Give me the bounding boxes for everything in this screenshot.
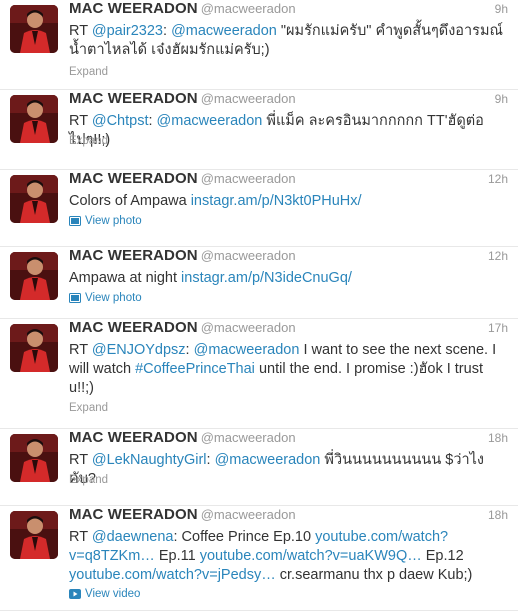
tweet-link[interactable]: @macweeradon	[157, 113, 263, 129]
media-action-label: View photo	[85, 215, 142, 227]
avatar[interactable]	[10, 324, 58, 372]
tweet-text-segment: Ep.12	[421, 548, 464, 564]
tweet-link[interactable]: @pair2323	[92, 23, 163, 39]
tweet-text-segment: RT	[69, 452, 92, 468]
tweet-timestamp[interactable]: 18h	[488, 508, 508, 522]
tweet-text-segment: Ampawa at night	[69, 270, 182, 286]
tweet-link[interactable]: @daewnena	[92, 529, 174, 545]
tweet-timestamp[interactable]: 12h	[488, 249, 508, 263]
tweet-text-segment: RT	[69, 113, 92, 129]
tweet-text-segment: :	[148, 113, 157, 129]
tweet-timestamp[interactable]: 9h	[495, 2, 508, 16]
expand-link[interactable]: Expand	[69, 474, 108, 486]
video-icon	[69, 589, 81, 602]
user-handle[interactable]: @macweeradon	[201, 171, 296, 186]
tweet-header: MAC WEERADON @macweeradon 12h	[69, 247, 508, 269]
tweet-link[interactable]: youtube.com/watch?v=uaKW9Q…	[200, 548, 422, 564]
user-handle[interactable]: @macweeradon	[201, 507, 296, 522]
avatar[interactable]	[10, 252, 58, 300]
user-name[interactable]: MAC WEERADON	[69, 170, 198, 187]
tweet-header: MAC WEERADON @macweeradon 12h	[69, 170, 508, 192]
tweet[interactable]: MAC WEERADON @macweeradon 9h RT @pair2323: …	[0, 0, 518, 90]
photo-icon	[69, 293, 81, 306]
tweet-link[interactable]: instagr.am/p/N3ideCnuGq/	[181, 270, 352, 286]
tweet-link[interactable]: #CoffeePrinceThai	[135, 361, 255, 377]
tweet-text-segment: :	[185, 342, 194, 358]
tweet-text: RT @pair2323: @macweeradon "ผมรักแม่ครับ…	[69, 22, 504, 60]
view-video-link[interactable]: View video	[69, 588, 140, 602]
view-photo-link[interactable]: View photo	[69, 215, 142, 229]
tweet-text-segment: Ep.11	[154, 548, 200, 564]
view-photo-link[interactable]: View photo	[69, 292, 142, 306]
tweet-text: Colors of Ampawa instagr.am/p/N3kt0PHuHx…	[69, 192, 504, 211]
photo-icon	[69, 216, 81, 229]
tweet[interactable]: MAC WEERADON @macweeradon 18h RT @LekNaught…	[0, 429, 518, 506]
tweet-text: RT @Chtpst: @macweeradon พี่แม็ค ละครอิน…	[69, 112, 504, 150]
user-handle[interactable]: @macweeradon	[201, 91, 296, 106]
tweet-timeline: MAC WEERADON @macweeradon 9h RT @pair2323: …	[0, 0, 518, 611]
tweet-header: MAC WEERADON @macweeradon 17h	[69, 319, 508, 341]
tweet[interactable]: MAC WEERADON @macweeradon 9h RT @Chtpst: @m…	[0, 90, 518, 170]
tweet-text: RT @ENJOYdpsz: @macweeradon I want to se…	[69, 341, 504, 398]
tweet-text-segment: : Coffee Prince Ep.10	[173, 529, 316, 545]
tweet-text-segment: RT	[69, 23, 92, 39]
tweet-link[interactable]: @ENJOYdpsz	[92, 342, 186, 358]
tweet-timestamp[interactable]: 12h	[488, 172, 508, 186]
tweet-text-segment: :	[163, 23, 172, 39]
tweet-link[interactable]: instagr.am/p/N3kt0PHuHx/	[191, 193, 362, 209]
tweet-text-segment: :	[206, 452, 215, 468]
tweet-header: MAC WEERADON @macweeradon 18h	[69, 429, 508, 451]
user-name[interactable]: MAC WEERADON	[69, 429, 198, 446]
tweet-text-segment: RT	[69, 342, 92, 358]
tweet-text-segment: Colors of Ampawa	[69, 193, 191, 209]
tweet-link[interactable]: youtube.com/watch?v=jPedsy…	[69, 567, 276, 583]
user-name[interactable]: MAC WEERADON	[69, 247, 198, 264]
media-action-label: View photo	[85, 292, 142, 304]
tweet[interactable]: MAC WEERADON @macweeradon 17h RT @ENJOYdpsz…	[0, 319, 518, 429]
user-name[interactable]: MAC WEERADON	[69, 0, 198, 17]
expand-link[interactable]: Expand	[69, 66, 108, 78]
tweet-header: MAC WEERADON @macweeradon 18h	[69, 506, 508, 528]
user-name[interactable]: MAC WEERADON	[69, 319, 198, 336]
tweet-text-segment: RT	[69, 529, 92, 545]
avatar[interactable]	[10, 511, 58, 559]
tweet-link[interactable]: @LekNaughtyGirl	[92, 452, 207, 468]
tweet-text: RT @daewnena: Coffee Prince Ep.10 youtub…	[69, 528, 504, 585]
tweet-link[interactable]: @macweeradon	[194, 342, 300, 358]
tweet-link[interactable]: @macweeradon	[171, 23, 277, 39]
tweet-header: MAC WEERADON @macweeradon 9h	[69, 90, 508, 112]
user-name[interactable]: MAC WEERADON	[69, 90, 198, 107]
tweet-timestamp[interactable]: 17h	[488, 321, 508, 335]
tweet-link[interactable]: @Chtpst	[92, 113, 149, 129]
tweet-text-segment: cr.searmanu thx p daew Kub;)	[275, 567, 473, 583]
tweet-timestamp[interactable]: 18h	[488, 431, 508, 445]
expand-link[interactable]: Expand	[69, 402, 108, 414]
user-handle[interactable]: @macweeradon	[201, 430, 296, 445]
tweet-timestamp[interactable]: 9h	[495, 92, 508, 106]
tweet-text: Ampawa at night instagr.am/p/N3ideCnuGq/	[69, 269, 504, 288]
avatar[interactable]	[10, 434, 58, 482]
tweet[interactable]: MAC WEERADON @macweeradon 18h RT @daewnena:…	[0, 506, 518, 611]
tweet[interactable]: MAC WEERADON @macweeradon 12h Ampawa at nig…	[0, 247, 518, 319]
tweet[interactable]: MAC WEERADON @macweeradon 12h Colors of Amp…	[0, 170, 518, 247]
media-action-label: View video	[85, 588, 141, 600]
user-name[interactable]: MAC WEERADON	[69, 506, 198, 523]
avatar[interactable]	[10, 95, 58, 143]
tweet-header: MAC WEERADON @macweeradon 9h	[69, 0, 508, 22]
user-handle[interactable]: @macweeradon	[201, 1, 296, 16]
avatar[interactable]	[10, 5, 58, 53]
tweet-link[interactable]: @macweeradon	[215, 452, 321, 468]
tweet-text: RT @LekNaughtyGirl: @macweeradon พี่วินน…	[69, 451, 504, 489]
expand-link[interactable]: Expand	[69, 135, 108, 147]
avatar[interactable]	[10, 175, 58, 223]
user-handle[interactable]: @macweeradon	[201, 320, 296, 335]
user-handle[interactable]: @macweeradon	[201, 248, 296, 263]
